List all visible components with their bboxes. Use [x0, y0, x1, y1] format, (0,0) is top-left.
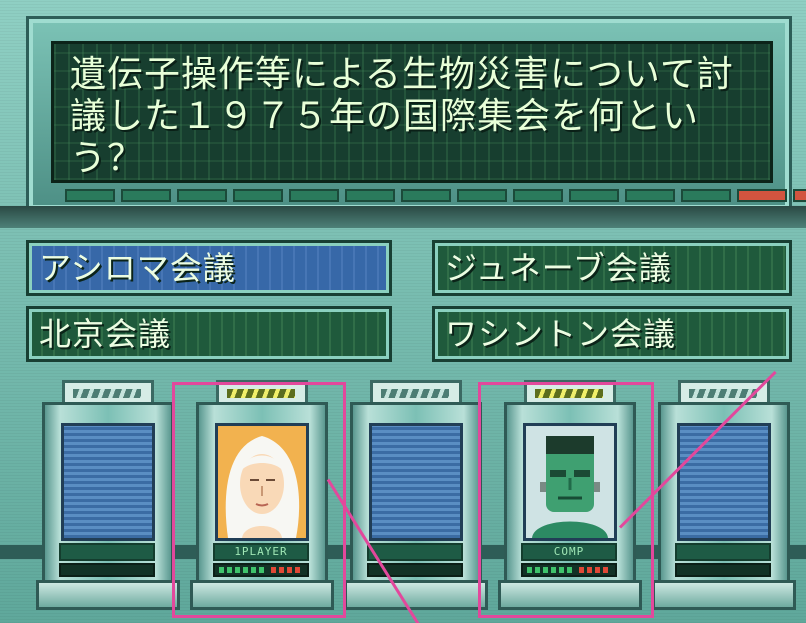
divider-band — [0, 206, 806, 228]
score-pip-red — [287, 567, 292, 573]
score-meter — [59, 563, 155, 577]
contestant-booth-computer: COMP — [498, 380, 642, 612]
booth-body — [350, 402, 482, 588]
score-meter — [521, 563, 617, 577]
score-pip-red — [279, 567, 284, 573]
booth-body: COMP — [504, 402, 636, 588]
question-panel: 遺伝子操作等による生物災害について討議した１９７５年の国際集会を何という？ — [51, 41, 773, 183]
score-pip-green — [235, 567, 240, 573]
booth-body — [42, 402, 174, 588]
booth-nameplate — [675, 543, 771, 561]
contestant-booth-empty — [652, 380, 796, 612]
answer-label: ワシントン会議 — [445, 315, 677, 353]
score-pip-green — [543, 567, 548, 573]
booth-screen-blank — [677, 423, 771, 541]
booth-base — [190, 580, 334, 610]
timer-light — [625, 189, 675, 202]
answer-choice-1[interactable]: アシロマ会議 — [26, 240, 392, 296]
score-pip-green — [559, 567, 564, 573]
score-pip-green — [219, 567, 224, 573]
timer-light — [401, 189, 451, 202]
timer-light — [65, 189, 115, 202]
timer-light — [233, 189, 283, 202]
score-meter — [213, 563, 309, 577]
booth-screen-blank — [61, 423, 155, 541]
contestant-booth-empty — [344, 380, 488, 612]
score-pip-green — [527, 567, 532, 573]
timer-light — [513, 189, 563, 202]
score-pip-green — [551, 567, 556, 573]
timer-light-red — [793, 189, 806, 202]
timer-light — [177, 189, 227, 202]
score-pip-red — [579, 567, 584, 573]
question-text: 遺伝子操作等による生物災害について討議した１９７５年の国際集会を何という？ — [70, 54, 734, 179]
answer-label: 北京会議 — [39, 315, 172, 353]
answer-choice-2[interactable]: ジュネーブ会議 — [432, 240, 792, 296]
score-pip-green — [567, 567, 572, 573]
score-pip-red — [595, 567, 600, 573]
score-pip-green — [259, 567, 264, 573]
answer-choice-4[interactable]: ワシントン会議 — [432, 306, 792, 362]
booth-body: 1PLAYER — [196, 402, 328, 588]
timer-light — [457, 189, 507, 202]
timer-light — [121, 189, 171, 202]
booth-base — [652, 580, 796, 610]
timer-light — [345, 189, 395, 202]
quiz-game-screen: 遺伝子操作等による生物災害について討議した１９７５年の国際集会を何という？ アシ… — [0, 0, 806, 623]
booth-nameplate: 1PLAYER — [213, 543, 309, 561]
score-pip-red — [603, 567, 608, 573]
monster-face-icon — [526, 426, 614, 538]
contestant-booth-player: 1PLAYER — [190, 380, 334, 612]
score-pip-red — [587, 567, 592, 573]
answer-label: アシロマ会議 — [39, 249, 236, 287]
score-pip-red — [271, 567, 276, 573]
computer-portrait — [523, 423, 617, 541]
booth-nameplate: COMP — [521, 543, 617, 561]
booth-nameplate — [367, 543, 463, 561]
score-meter — [675, 563, 771, 577]
booth-body — [658, 402, 790, 588]
player-face-icon — [218, 426, 306, 538]
booth-base — [498, 580, 642, 610]
booth-base — [344, 580, 488, 610]
booth-screen-blank — [369, 423, 463, 541]
timer-light — [681, 189, 731, 202]
answer-label: ジュネーブ会議 — [445, 249, 672, 287]
player-portrait — [215, 423, 309, 541]
timer-light — [289, 189, 339, 202]
score-pip-green — [251, 567, 256, 573]
booth-base — [36, 580, 180, 610]
booth-nameplate — [59, 543, 155, 561]
contestant-booth-empty — [36, 380, 180, 612]
question-frame: 遺伝子操作等による生物災害について討議した１９７５年の国際集会を何という？ — [26, 16, 806, 212]
timer-light — [569, 189, 619, 202]
question-timer-lights — [65, 189, 806, 202]
score-pip-green — [243, 567, 248, 573]
score-pip-green — [227, 567, 232, 573]
timer-light-red — [737, 189, 787, 202]
score-pip-red — [295, 567, 300, 573]
score-pip-green — [535, 567, 540, 573]
answer-choice-3[interactable]: 北京会議 — [26, 306, 392, 362]
